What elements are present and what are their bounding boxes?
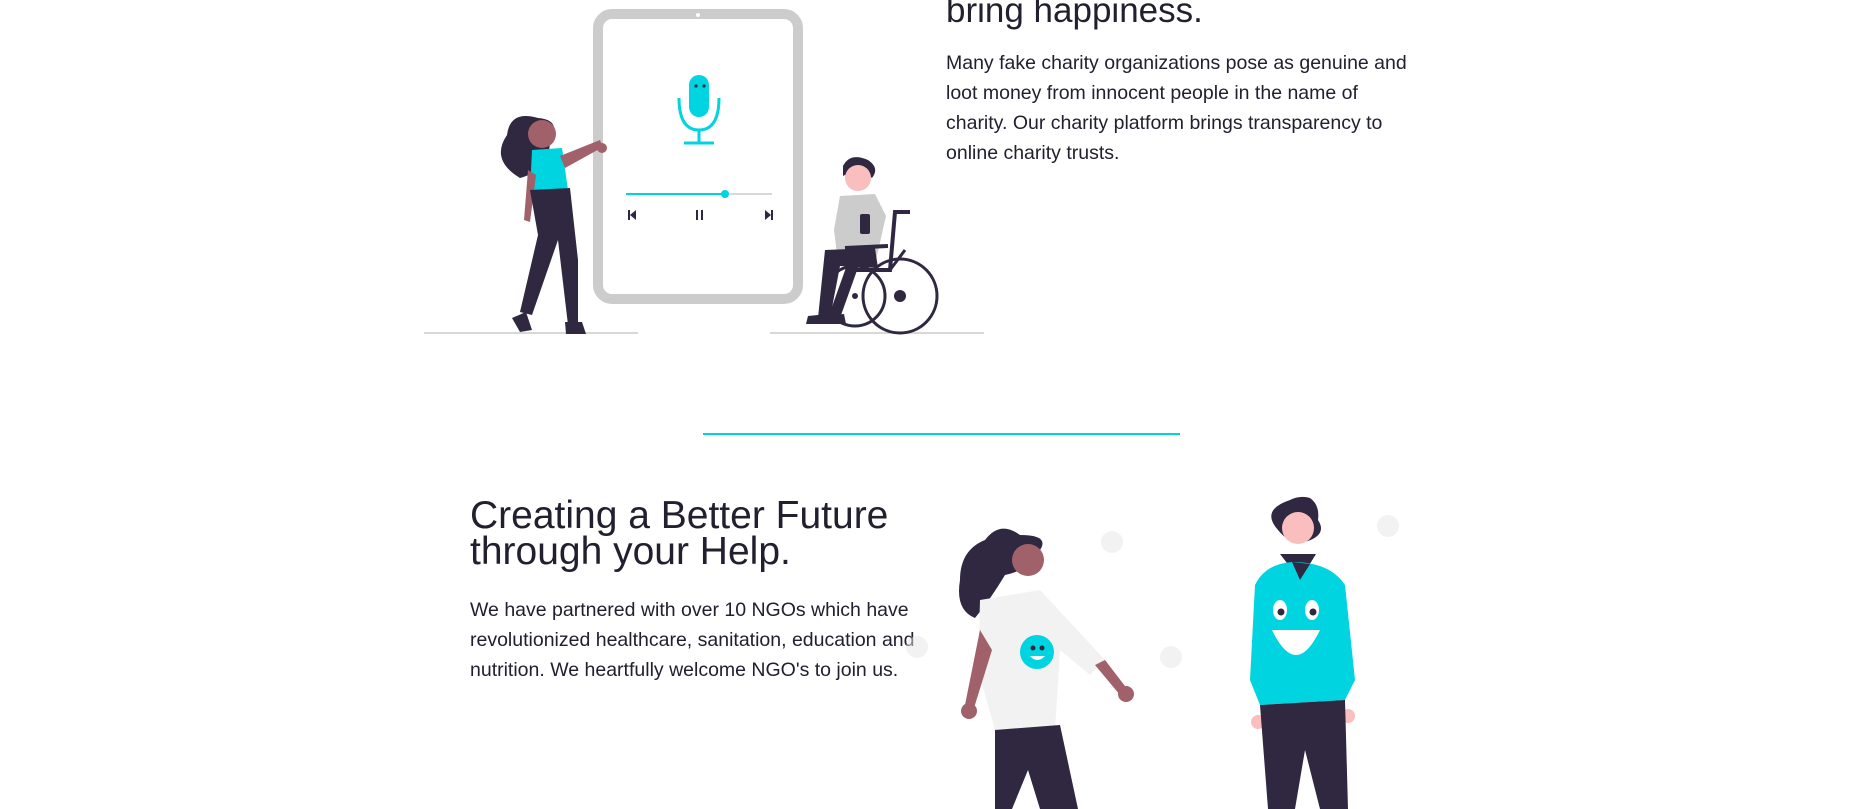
- pause-icon[interactable]: [696, 210, 703, 220]
- section-heading-line-1: Creating a Better Future: [470, 494, 889, 537]
- section-paragraph: Many fake charity organizations pose as …: [946, 52, 1407, 164]
- section-divider: [703, 433, 1180, 435]
- woman-figure: [500, 116, 607, 334]
- section-heading-line-2: through your Help.: [470, 530, 791, 573]
- audio-progress-slider[interactable]: [626, 190, 772, 198]
- skip-back-icon[interactable]: [628, 210, 636, 220]
- microphone-icon: [677, 75, 721, 145]
- woman-figure: [959, 528, 1134, 809]
- section-better-future: Creating a Better Future through your He…: [0, 480, 1857, 809]
- happy-people-illustration: [906, 496, 1399, 809]
- wheelchair-man-figure: [806, 157, 939, 335]
- man-figure: [1250, 496, 1355, 809]
- section-heading: bring happiness.: [946, 0, 1203, 30]
- section-paragraph: We have partnered with over 10 NGOs whic…: [470, 599, 915, 681]
- tablet-device: [593, 9, 803, 304]
- section-transparency: bring happiness. Many fake charity organ…: [0, 0, 1857, 360]
- voice-player-illustration: [424, 9, 984, 335]
- skip-forward-icon[interactable]: [765, 210, 773, 220]
